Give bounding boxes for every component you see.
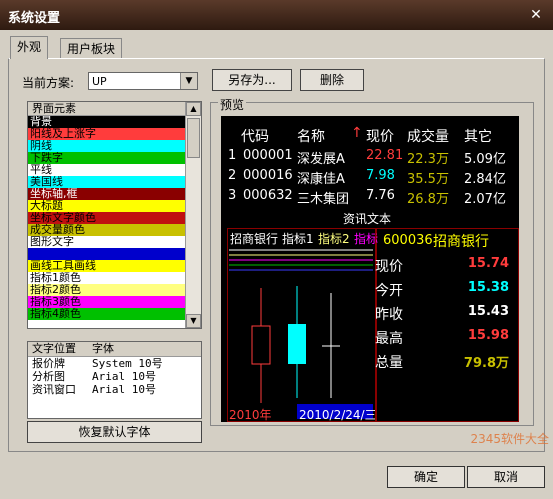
col-volume: 成交量 [407,129,449,145]
stock-code: 600036 [383,233,433,248]
font-row-position: 报价牌 [32,357,65,370]
row-index: 1 [228,148,237,163]
preview-canvas: 代码 名称 ↑ 现价 成交量 其它 1 000001 深发展A 22.81 22.3万 5… [221,116,519,422]
row-volume: 22.3万 [407,152,449,167]
settings-window: 系统设置 ✕ 外观 用户板块 当前方案: UP ▼ 另存为... 删除 界面元素… [0,0,553,499]
delete-button[interactable]: 删除 [300,69,364,91]
element-list-scrollbar[interactable]: ▲ ▼ [185,102,201,328]
row-price: 22.81 [366,148,404,163]
element-list-item[interactable]: 成交量颜色 [28,224,187,236]
element-list-header: 界面元素 [28,102,201,116]
close-icon[interactable]: ✕ [527,6,545,24]
date-right: 2010/2/24/三 [299,408,377,422]
font-row-position: 资讯窗口 [32,383,76,396]
preview-label: 预览 [218,96,247,113]
scroll-down-icon[interactable]: ▼ [186,314,201,328]
window-title: 系统设置 [8,11,61,26]
row-index: 2 [228,168,237,183]
element-list-item[interactable] [28,248,187,260]
font-table: 文字位置 字体 报价牌 System 10号 分析图 Arial 10号 资讯窗口 Ar… [27,341,202,419]
quote-value: 15.98 [467,328,509,343]
row-code: 000632 [243,188,293,203]
element-list-item[interactable]: 阳线及上涨字 [28,128,187,140]
col-other: 其它 [464,129,492,145]
col-code: 代码 [241,129,269,145]
row-code: 000016 [243,168,293,183]
row-name: 三木集团 [297,192,350,207]
element-list-item[interactable]: 指标2颜色 [28,284,187,296]
row-volume: 35.5万 [407,172,449,187]
quote-label: 最高 [375,331,403,347]
restore-default-font-button[interactable]: 恢复默认字体 [27,421,202,443]
row-code: 000001 [243,148,293,163]
font-row-font: Arial 10号 [92,383,156,396]
row-name: 深康佳A [297,172,345,187]
quote-label: 现价 [375,259,403,275]
element-list-item[interactable]: 指标1颜色 [28,272,187,284]
watermark-logo: 2345软件大全 [470,432,549,446]
scheme-select[interactable]: UP ▼ [88,72,198,90]
quote-value: 15.38 [467,280,509,295]
font-row-font: Arial 10号 [92,370,156,383]
tab-appearance[interactable]: 外观 [10,36,49,59]
scheme-value: UP [92,75,107,88]
scroll-thumb[interactable] [187,118,200,158]
font-table-header-position: 文字位置 [32,342,76,355]
candle-up [251,325,271,365]
element-list-item[interactable]: 下跌字 [28,152,187,164]
font-row[interactable]: 资讯窗口 Arial 10号 [28,383,201,396]
element-list-item[interactable]: 背景 [28,116,187,128]
row-index: 3 [228,188,237,203]
element-list-item[interactable]: 坐标文字颜色 [28,212,187,224]
element-list-item[interactable]: 阴线 [28,140,187,152]
row-price: 7.76 [366,188,395,203]
date-left: 2010年 [229,408,272,422]
cancel-button[interactable]: 取消 [467,466,545,488]
element-list-item[interactable]: 大标题 [28,200,187,212]
scheme-label: 当前方案: [22,76,75,90]
row-other: 2.84亿 [464,172,506,187]
font-row[interactable]: 报价牌 System 10号 [28,357,201,370]
kline-chart [229,249,373,419]
quote-value: 15.74 [467,256,509,271]
candle-down [288,324,306,364]
scroll-up-icon[interactable]: ▲ [186,102,201,116]
element-list-item[interactable]: 坐标轴,框 [28,188,187,200]
row-price: 7.98 [366,168,395,183]
element-list[interactable]: 界面元素 背景 阳线及上涨字 阴线 下跌字 平线 美国线 坐标轴,框 大标题 坐标文字颜色 成交量… [27,101,202,329]
element-list-item[interactable]: 美国线 [28,176,187,188]
quote-value: 79.8万 [463,356,509,371]
quote-label: 今开 [375,283,403,299]
col-name: 名称 [297,129,325,145]
font-row-font: System 10号 [92,357,163,370]
row-volume: 26.8万 [407,192,449,207]
row-name: 深发展A [297,152,345,167]
sort-arrow-icon: ↑ [351,125,363,141]
save-as-button[interactable]: 另存为... [212,69,292,91]
font-row-position: 分析图 [32,370,65,383]
font-row[interactable]: 分析图 Arial 10号 [28,370,201,383]
title-bar: 系统设置 ✕ [0,0,553,30]
ok-button[interactable]: 确定 [387,466,465,488]
element-list-item[interactable]: 指标4颜色 [28,308,187,320]
col-price: 现价 [366,129,394,145]
element-list-item[interactable]: 指标3颜色 [28,296,187,308]
chevron-down-icon[interactable]: ▼ [180,73,197,89]
quote-label: 总量 [375,355,403,371]
element-list-item[interactable]: 画线工具画线 [28,260,187,272]
font-table-header-font: 字体 [92,342,114,355]
tab-user-sectors[interactable]: 用户板块 [60,38,123,59]
stock-name: 招商银行 [433,234,489,250]
info-text: 资讯文本 [343,212,392,226]
row-other: 2.07亿 [464,192,506,207]
row-other: 5.09亿 [464,152,506,167]
quote-value: 15.43 [467,304,509,319]
element-list-item[interactable]: 平线 [28,164,187,176]
quote-label: 昨收 [375,307,403,323]
element-list-item[interactable]: 图形文字 [28,236,187,248]
